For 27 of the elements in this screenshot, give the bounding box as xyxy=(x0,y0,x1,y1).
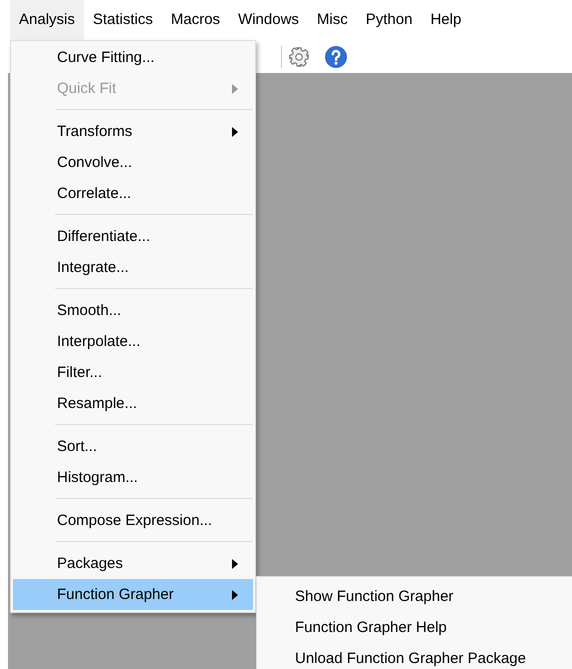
help-icon[interactable] xyxy=(324,44,348,68)
menu-item[interactable]: Curve Fitting... xyxy=(11,42,255,73)
menu-item[interactable]: Unload Function Grapher Package xyxy=(257,643,572,669)
menu-item[interactable]: Transforms xyxy=(11,116,255,147)
menu-item[interactable]: Function Grapher xyxy=(13,579,253,610)
menu-item[interactable]: Histogram... xyxy=(11,462,255,493)
menu-item[interactable]: Smooth... xyxy=(11,295,255,326)
menu-title[interactable]: Misc xyxy=(308,0,357,40)
menu-item[interactable]: Function Grapher Help xyxy=(257,612,572,643)
menu-item[interactable]: Interpolate... xyxy=(11,326,255,357)
menu-title[interactable]: Python xyxy=(356,0,422,40)
menu-item[interactable]: Sort... xyxy=(11,431,255,462)
menu-item[interactable]: Resample... xyxy=(11,388,255,419)
menu-title[interactable]: Help xyxy=(421,0,470,40)
menu-item[interactable]: Integrate... xyxy=(11,252,255,283)
menu-item[interactable]: Differentiate... xyxy=(11,221,255,252)
menu-title[interactable]: Statistics xyxy=(84,0,162,40)
menu-item[interactable]: Show Function Grapher xyxy=(257,581,572,612)
menu-title[interactable]: Windows xyxy=(229,0,308,40)
settings-icon[interactable] xyxy=(281,46,310,68)
menu-title[interactable]: Macros xyxy=(162,0,230,40)
menu-item[interactable]: Convolve... xyxy=(11,147,255,178)
menu-item[interactable]: Compose Expression... xyxy=(11,505,255,536)
menu-item[interactable]: Filter... xyxy=(11,357,255,388)
menu-title[interactable]: Analysis xyxy=(10,0,84,40)
menu-item[interactable]: Correlate... xyxy=(11,178,255,209)
menu-item[interactable]: Packages xyxy=(11,548,255,579)
